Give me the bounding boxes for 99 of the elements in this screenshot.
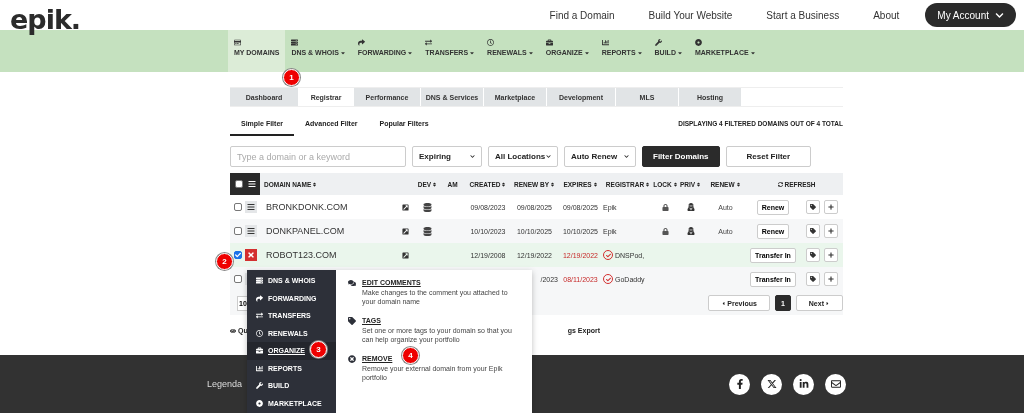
nav-link[interactable]: Start a Business bbox=[766, 9, 840, 21]
row-checkbox[interactable] bbox=[233, 227, 242, 235]
plus-icon bbox=[828, 276, 834, 282]
wrench-icon bbox=[256, 382, 263, 390]
arrows-icon bbox=[256, 312, 263, 320]
sort-icon bbox=[501, 181, 507, 187]
sort-icon bbox=[735, 181, 741, 187]
filter-dropdown[interactable]: All Locations bbox=[488, 146, 558, 167]
chevron-down-icon bbox=[470, 154, 475, 159]
sort-icon bbox=[672, 181, 678, 187]
menu-icon bbox=[247, 203, 255, 211]
bar-chart-icon bbox=[601, 39, 609, 46]
share-arrow-icon bbox=[256, 294, 263, 302]
tag-button[interactable] bbox=[806, 200, 820, 214]
tag-icon bbox=[810, 228, 816, 234]
database-icon bbox=[423, 226, 432, 236]
nav-link[interactable]: About bbox=[873, 9, 900, 21]
sort-icon bbox=[432, 181, 438, 187]
add-button[interactable] bbox=[824, 200, 838, 214]
refresh-icon bbox=[778, 181, 784, 187]
close-icon bbox=[247, 251, 255, 259]
briefcase-icon bbox=[545, 39, 553, 46]
briefcase-icon bbox=[256, 347, 263, 355]
footer-text: Legenda bbox=[207, 379, 243, 389]
x-icon[interactable] bbox=[761, 373, 782, 395]
row-checkbox[interactable] bbox=[233, 275, 242, 283]
row-menu-button[interactable] bbox=[245, 225, 257, 237]
add-button[interactable] bbox=[824, 272, 838, 286]
clock-icon bbox=[256, 329, 263, 337]
logo[interactable]: epik. bbox=[10, 3, 81, 35]
caret-icon bbox=[583, 49, 590, 56]
server-icon bbox=[291, 39, 299, 46]
step-marker: 2 bbox=[216, 253, 233, 270]
bar-chart-icon bbox=[256, 364, 263, 372]
filter-dropdown[interactable]: Auto Renew bbox=[564, 146, 636, 167]
add-button[interactable] bbox=[824, 248, 838, 262]
caret-icon bbox=[676, 49, 683, 56]
filter-button[interactable]: Filter Domains bbox=[642, 146, 720, 167]
linkedin-icon[interactable] bbox=[793, 373, 814, 395]
tag-icon bbox=[810, 276, 816, 282]
clock-icon bbox=[487, 39, 495, 46]
caret-icon bbox=[636, 49, 643, 56]
sort-icon bbox=[312, 181, 318, 187]
chevron-down-icon bbox=[624, 154, 629, 159]
close-menu-button[interactable] bbox=[245, 249, 257, 261]
caret-icon bbox=[527, 49, 534, 56]
check-icon bbox=[234, 252, 241, 258]
tag-icon bbox=[810, 204, 816, 210]
arrows-icon bbox=[425, 39, 433, 46]
plus-icon bbox=[828, 228, 834, 234]
comments-icon bbox=[348, 279, 356, 287]
menu-icon bbox=[247, 227, 255, 235]
tag-button[interactable] bbox=[806, 248, 820, 262]
step-marker: 1 bbox=[283, 69, 300, 86]
caret-icon bbox=[339, 49, 346, 56]
nav-link[interactable]: Build Your Website bbox=[648, 9, 733, 21]
domain-name[interactable]: DONKPANEL.COM bbox=[260, 226, 395, 236]
row-checkbox[interactable] bbox=[233, 251, 242, 259]
row-checkbox[interactable] bbox=[233, 203, 242, 211]
tag-button[interactable] bbox=[806, 224, 820, 238]
nav-link[interactable]: Find a Domain bbox=[549, 9, 615, 21]
external-link-icon[interactable] bbox=[401, 203, 409, 211]
server-icon bbox=[256, 277, 263, 285]
mail-icon[interactable] bbox=[825, 373, 846, 395]
caret-icon bbox=[749, 49, 756, 56]
filter-dropdown[interactable]: Expiring bbox=[412, 146, 482, 167]
select-all-checkbox[interactable] bbox=[234, 180, 243, 188]
sort-icon bbox=[645, 181, 651, 187]
wrench-icon bbox=[654, 39, 662, 46]
sort-icon bbox=[550, 181, 555, 187]
sort-icon bbox=[592, 181, 598, 187]
plus-icon bbox=[828, 252, 834, 258]
search-field[interactable]: Type a domain or a keyword bbox=[230, 146, 406, 167]
chevron-down-icon bbox=[546, 154, 551, 159]
facebook-icon[interactable] bbox=[729, 373, 750, 395]
menu-icon bbox=[247, 180, 256, 188]
reset-button[interactable]: Reset Filter bbox=[725, 146, 812, 167]
add-button[interactable] bbox=[824, 224, 838, 238]
plus-icon bbox=[828, 204, 834, 210]
share-arrow-icon bbox=[357, 39, 365, 46]
tag-icon bbox=[810, 252, 816, 258]
domain-name[interactable]: BRONKDONK.COM bbox=[260, 202, 395, 212]
account-button[interactable]: My Account bbox=[925, 3, 1016, 27]
domain-name[interactable]: ROBOT123.COM bbox=[260, 250, 395, 260]
tag-button[interactable] bbox=[806, 272, 820, 286]
close-icon bbox=[348, 355, 356, 363]
caret-icon bbox=[407, 49, 414, 56]
chevron-down-icon bbox=[995, 10, 1004, 20]
tag-icon bbox=[348, 317, 356, 325]
caret-right-icon bbox=[825, 300, 830, 306]
database-icon bbox=[423, 202, 432, 212]
external-link-icon[interactable] bbox=[401, 251, 409, 259]
external-link-icon[interactable] bbox=[401, 227, 409, 235]
card-icon bbox=[234, 39, 241, 46]
sort-icon bbox=[696, 181, 702, 187]
row-menu-button[interactable] bbox=[245, 201, 257, 213]
caret-icon bbox=[469, 49, 476, 56]
eye-icon bbox=[230, 327, 236, 334]
caret-left-icon bbox=[721, 300, 727, 306]
